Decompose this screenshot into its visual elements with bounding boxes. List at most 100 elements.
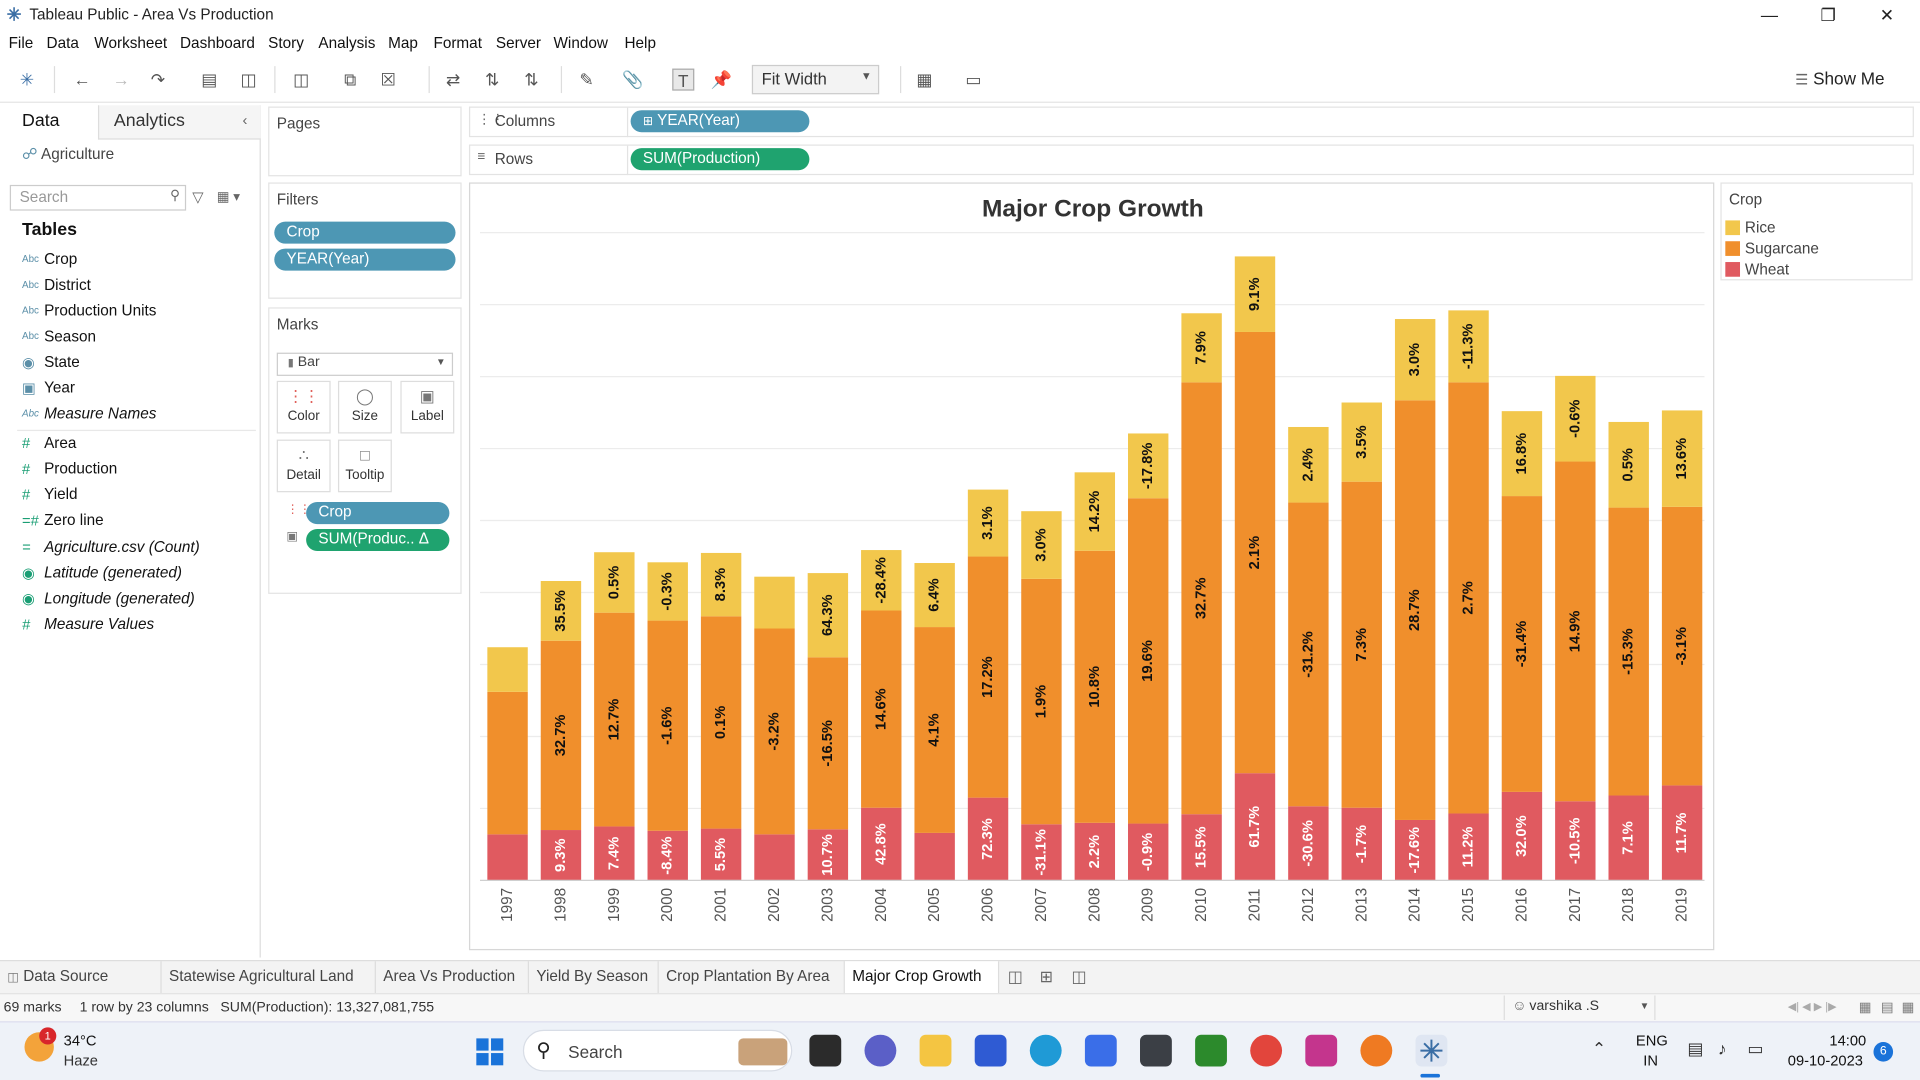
language-primary[interactable]: ENG (1636, 1032, 1668, 1049)
chart-view[interactable]: Major Crop Growth 1997 9.3% 32.7% 35.5% 1998… (468, 182, 1715, 952)
language-secondary[interactable]: IN (1643, 1052, 1658, 1069)
windows-start-icon[interactable] (475, 1037, 504, 1066)
presentation-mode-icon[interactable]: ▭ (962, 69, 984, 91)
pages-shelf[interactable]: Pages (268, 106, 462, 177)
redo-icon[interactable]: → (110, 69, 132, 91)
edge-browser-icon[interactable] (1029, 1034, 1062, 1067)
tab-major-crop-growth[interactable]: Major Crop Growth (844, 961, 1000, 994)
undo-icon[interactable]: ← (71, 69, 93, 91)
datasource-item[interactable]: ☍ Agriculture (22, 144, 114, 163)
tableau-home-icon[interactable]: ✳ (16, 69, 38, 91)
fix-axes-icon[interactable]: 📌 (710, 69, 732, 91)
new-worksheet-icon[interactable]: ◫ (1008, 967, 1023, 987)
field-crop[interactable]: Abc Crop (22, 250, 77, 274)
firefox-icon[interactable] (1360, 1034, 1393, 1067)
field-measure-names[interactable]: Abc Measure Names (22, 404, 156, 428)
collapse-pane-icon[interactable]: ‹ (242, 111, 247, 128)
chrome-icon[interactable] (1250, 1034, 1283, 1067)
filter-pill-crop[interactable]: Crop (274, 221, 456, 244)
rows-pill-production[interactable]: SUM(Production) (630, 148, 810, 171)
sheet-sorter-icon[interactable]: ▦ (1859, 999, 1872, 1015)
menu-analysis[interactable]: Analysis (318, 34, 375, 51)
marks-pill-production[interactable]: SUM(Produc.. Δ (306, 528, 450, 552)
microsoft-store-icon[interactable] (1084, 1034, 1117, 1067)
field-state[interactable]: ◉ State (22, 353, 80, 377)
bar-wheat-2002[interactable] (754, 834, 795, 881)
close-button[interactable]: ✕ (1869, 2, 1906, 26)
field-area[interactable]: # Area (22, 433, 76, 457)
bar-wheat-2005[interactable] (914, 832, 955, 881)
chevron-up-icon[interactable]: ⌃ (1592, 1038, 1606, 1059)
columns-pill-year[interactable]: ⊞ YEAR(Year) (630, 110, 810, 133)
marks-pill-crop[interactable]: Crop (306, 502, 450, 525)
clock-time[interactable]: 14:00 (1829, 1032, 1866, 1049)
swap-rows-columns-icon[interactable]: ⇄ (442, 69, 464, 91)
teams-chat-icon[interactable] (864, 1034, 897, 1067)
film-strip-icon[interactable]: ▤ (1881, 999, 1894, 1015)
powerapps-icon[interactable] (974, 1034, 1007, 1067)
tab-area-vs-production[interactable]: Area Vs Production (376, 961, 529, 994)
notification-badge[interactable]: 6 (1873, 1042, 1894, 1062)
tooltip-button[interactable]: □ Tooltip (337, 439, 392, 493)
show-me-button[interactable]: ☰ Show Me (1795, 69, 1884, 89)
taskbar-search[interactable]: ⚲ Search (522, 1029, 793, 1072)
tab-statewise-agricultural-land[interactable]: Statewise Agricultural Land (162, 961, 376, 994)
menu-help[interactable]: Help (624, 34, 655, 51)
field-yield[interactable]: # Yield (22, 485, 78, 509)
highlight-icon[interactable]: ✎ (576, 69, 598, 91)
new-worksheet-icon[interactable]: ◫ (290, 69, 312, 91)
menu-map[interactable]: Map (388, 34, 418, 51)
duplicate-sheet-icon[interactable]: ⧉ (339, 69, 361, 91)
bar-sugarcane-1997[interactable] (487, 691, 528, 835)
group-members-icon[interactable]: 📎 (622, 69, 644, 91)
network-icon[interactable]: ▤ (1687, 1038, 1703, 1059)
fit-width-dropdown[interactable]: Fit Width ▼ (751, 64, 880, 95)
field-production[interactable]: # Production (22, 459, 117, 483)
rows-shelf[interactable]: ≡ Rows SUM(Production) (468, 144, 1914, 176)
field-latitude[interactable]: ◉ Latitude (generated) (22, 563, 182, 587)
field-season[interactable]: Abc Season (22, 327, 96, 351)
filter-pill-year[interactable]: YEAR(Year) (274, 248, 456, 271)
minimize-button[interactable]: — (1751, 2, 1788, 26)
legend-item-wheat[interactable]: Wheat (1725, 261, 1789, 278)
battery-icon[interactable]: ▭ (1747, 1038, 1763, 1059)
color-button[interactable]: ⋮⋮ Color (276, 380, 331, 434)
task-view-icon[interactable] (809, 1034, 842, 1067)
detail-button[interactable]: ∴ Detail (276, 439, 331, 493)
bar-rice-2002[interactable] (754, 576, 795, 629)
menu-dashboard[interactable]: Dashboard (180, 34, 255, 51)
menu-format[interactable]: Format (433, 34, 481, 51)
user-dropdown[interactable]: ☺ varshika .S ▼ (1503, 995, 1656, 1021)
bar-wheat-1997[interactable] (487, 834, 528, 881)
sort-descending-icon[interactable]: ⇅ (520, 69, 542, 91)
search-field[interactable]: Search ⚲ (9, 184, 187, 211)
menu-story[interactable]: Story (268, 34, 304, 51)
bar-rice-1997[interactable] (487, 647, 528, 692)
label-button[interactable]: ▣ Label (400, 380, 455, 434)
view-options-icon[interactable]: ▦ ▾ (217, 189, 240, 205)
tab-data[interactable]: Data (0, 105, 98, 140)
size-button[interactable]: ◯ Size (337, 380, 392, 434)
restore-button[interactable]: ❐ (1810, 2, 1847, 26)
field-count[interactable]: = Agriculture.csv (Count) (22, 538, 200, 562)
menu-window[interactable]: Window (553, 34, 607, 51)
menu-data[interactable]: Data (47, 34, 79, 51)
sheet-navigation-icon[interactable]: ◀| ◀ ▶ |▶ (1788, 1000, 1837, 1013)
app-icon[interactable] (1140, 1034, 1172, 1067)
tab-analytics[interactable]: Analytics (97, 105, 261, 140)
menu-file[interactable]: File (9, 34, 34, 51)
field-measure-values[interactable]: # Measure Values (22, 615, 154, 639)
show-cards-icon[interactable]: ▦ (913, 69, 935, 91)
field-longitude[interactable]: ◉ Longitude (generated) (22, 589, 195, 613)
stacked-bar-chart[interactable]: 1997 9.3% 32.7% 35.5% 1998 7.4% 12.7% 0.5% 1999 -… (470, 184, 1715, 952)
instagram-icon[interactable] (1305, 1034, 1338, 1067)
new-dashboard-icon[interactable]: ⊞ (1040, 967, 1053, 987)
field-year[interactable]: ▣ Year (22, 378, 75, 402)
field-production-units[interactable]: Abc Production Units (22, 301, 156, 325)
mark-type-dropdown[interactable]: ▮ Bar ▼ (276, 352, 454, 376)
filter-icon[interactable]: ▽ (192, 189, 203, 206)
menu-worksheet[interactable]: Worksheet (94, 34, 167, 51)
tabs-icon[interactable]: ▦ (1902, 999, 1915, 1015)
columns-shelf[interactable]: ⋮⋮ Columns ⊞ YEAR(Year) (468, 106, 1914, 138)
new-story-icon[interactable]: ◫ (1071, 967, 1086, 987)
